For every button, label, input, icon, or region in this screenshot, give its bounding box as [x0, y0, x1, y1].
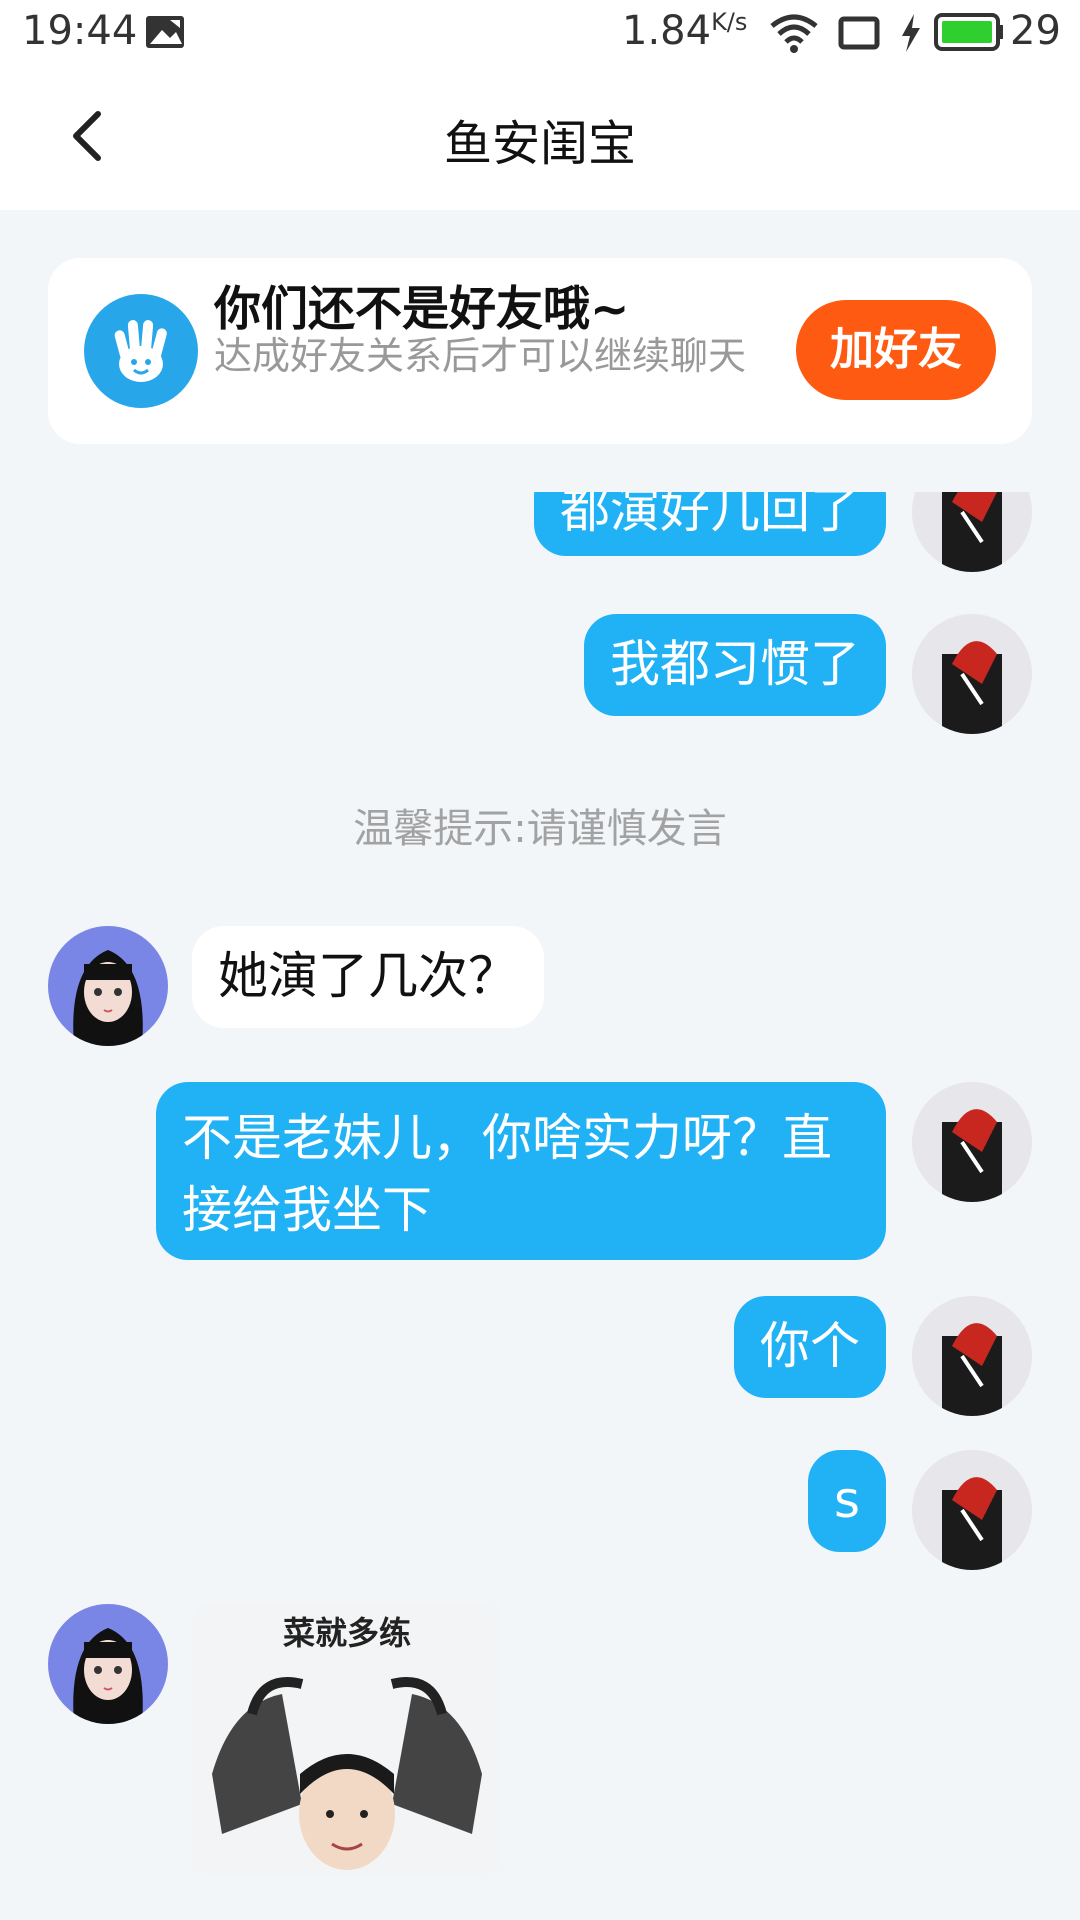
image-icon: [146, 16, 184, 48]
message-bubble[interactable]: 你个: [734, 1296, 886, 1398]
sim-icon: [838, 16, 880, 50]
contact-avatar[interactable]: [48, 926, 168, 1046]
message-bubble[interactable]: s: [807, 1450, 886, 1552]
net-speed-value: 1.84: [622, 8, 712, 54]
message-bubble[interactable]: 她演了几次？: [192, 926, 544, 1028]
chat-title: 鱼安闺宝: [443, 116, 636, 172]
my-avatar[interactable]: [912, 1082, 1032, 1202]
add-friend-button[interactable]: 加好友: [796, 300, 996, 400]
wifi-icon: [770, 14, 818, 53]
my-avatar[interactable]: [912, 1450, 1032, 1570]
sticker-image: [212, 1677, 482, 1870]
wave-hand-icon: [84, 294, 198, 408]
nav-bar: 鱼安闺宝: [0, 66, 1080, 210]
safety-notice: 温馨提示:请谨慎发言: [353, 806, 727, 852]
my-avatar[interactable]: [912, 1296, 1032, 1416]
message-bubble[interactable]: 不是老妹儿，你啥实力呀？直接给我坐下: [156, 1082, 886, 1260]
sticker-message[interactable]: 菜就多练: [192, 1604, 502, 1874]
status-net-speed: 1.84K/s: [622, 8, 747, 54]
status-bar: 19:44 1.84K/s 29: [0, 0, 1080, 66]
my-avatar[interactable]: [912, 614, 1032, 734]
message-bubble[interactable]: 都演好几回了: [534, 492, 886, 556]
battery-percent: 29: [1010, 8, 1061, 54]
friend-request-banner: 你们还不是好友哦~ 达成好友关系后才可以继续聊天 加好友: [48, 258, 1032, 444]
message-bubble[interactable]: 我都习惯了: [584, 614, 886, 716]
charging-icon: [902, 14, 920, 52]
my-avatar[interactable]: [912, 492, 1032, 572]
battery-icon: [934, 13, 1003, 51]
status-time: 19:44: [22, 8, 138, 54]
message-row: 都演好几回了: [0, 492, 1080, 572]
net-speed-unit: K/s: [711, 8, 748, 36]
contact-avatar[interactable]: [48, 1604, 168, 1724]
banner-subtitle: 达成好友关系后才可以继续聊天: [214, 334, 747, 378]
